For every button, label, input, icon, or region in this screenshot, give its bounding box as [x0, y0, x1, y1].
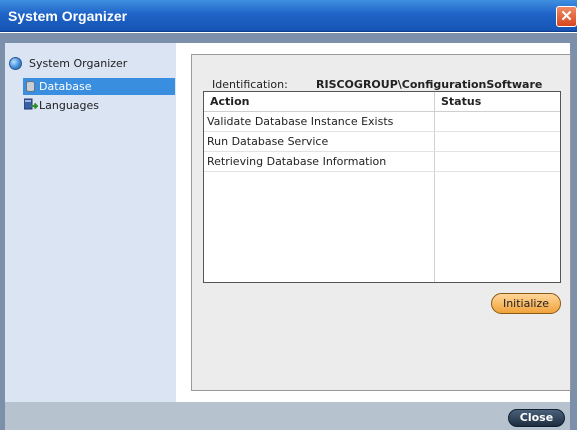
column-header-action[interactable]: Action: [210, 95, 249, 108]
close-button[interactable]: Close: [508, 409, 565, 427]
table-row[interactable]: Validate Database Instance Exists: [204, 112, 560, 132]
initialize-button[interactable]: Initialize: [491, 293, 561, 314]
navigation-sidebar: System Organizer Database Languages: [5, 43, 176, 402]
globe-icon: [9, 57, 22, 70]
sidebar-item-database[interactable]: Database: [23, 78, 175, 95]
action-cell: Run Database Service: [207, 135, 329, 148]
identification-label: Identification:: [212, 78, 288, 91]
action-cell: Retrieving Database Information: [207, 155, 387, 168]
action-status-table: Action Status Validate Database Instance…: [203, 91, 561, 283]
table-header: Action Status: [204, 92, 560, 112]
window-frame-right: [570, 33, 577, 430]
identification-value: RISCOGROUP\ConfigurationSoftware: [316, 78, 543, 91]
action-cell: Validate Database Instance Exists: [207, 115, 394, 128]
sidebar-item-label: Languages: [39, 99, 100, 112]
languages-icon: [23, 98, 40, 112]
window-close-button[interactable]: ✕: [556, 6, 577, 27]
database-icon: [26, 81, 35, 92]
bottom-bar: Close: [5, 402, 570, 430]
sidebar-item-label: Database: [39, 80, 92, 93]
table-row[interactable]: Retrieving Database Information: [204, 152, 560, 172]
content-area: Identification: RISCOGROUP\Configuration…: [177, 43, 571, 402]
title-bar: System Organizer ✕: [0, 0, 577, 32]
window-frame-top: [0, 33, 577, 43]
tree-root-label: System Organizer: [29, 57, 128, 70]
window-title: System Organizer: [8, 8, 128, 24]
table-row[interactable]: Run Database Service: [204, 132, 560, 152]
database-panel: Identification: RISCOGROUP\Configuration…: [191, 54, 571, 391]
column-header-status[interactable]: Status: [441, 95, 481, 108]
